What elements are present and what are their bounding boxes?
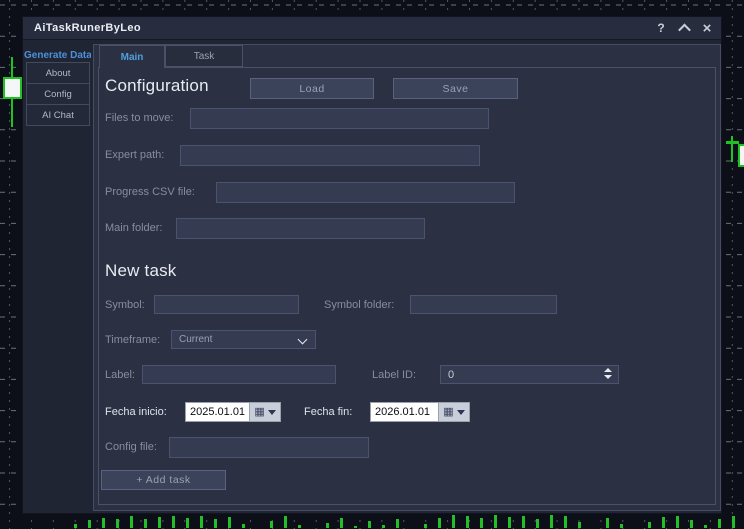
fecha-fin-label: Fecha fin: bbox=[304, 406, 352, 418]
main-folder-input[interactable] bbox=[176, 218, 425, 239]
sidebar-item-about[interactable]: About bbox=[26, 62, 90, 84]
sidebar-item-config[interactable]: Config bbox=[26, 83, 90, 105]
fecha-inicio-datepicker[interactable]: 2025.01.01 ▦ bbox=[185, 402, 281, 422]
collapse-icon[interactable] bbox=[676, 20, 692, 36]
tab-main[interactable]: Main bbox=[99, 45, 165, 68]
label-id-label: Label ID: bbox=[372, 369, 416, 381]
symbol-folder-input[interactable] bbox=[410, 295, 557, 314]
help-icon[interactable]: ? bbox=[653, 20, 669, 36]
timeframe-label: Timeframe: bbox=[105, 334, 160, 346]
config-file-label: Config file: bbox=[105, 441, 157, 453]
expert-path-label: Expert path: bbox=[105, 149, 164, 161]
tab-task[interactable]: Task bbox=[165, 45, 243, 67]
ai-task-runner-dialog: AiTaskRunerByLeo ? × Generate Data About… bbox=[22, 16, 722, 514]
config-file-input[interactable] bbox=[169, 437, 369, 458]
window-controls: ? × bbox=[653, 17, 715, 39]
symbol-label: Symbol: bbox=[105, 299, 145, 311]
main-tab-content: Configuration Load Save Files to move: E… bbox=[99, 68, 715, 504]
fecha-fin-value: 2026.01.01 bbox=[371, 403, 438, 421]
calendar-icon[interactable]: ▦ bbox=[438, 403, 469, 421]
sidebar-item-generate-data[interactable]: Generate Data bbox=[23, 45, 91, 61]
files-to-move-input[interactable] bbox=[190, 108, 489, 129]
titlebar[interactable]: AiTaskRunerByLeo ? × bbox=[23, 17, 721, 40]
configuration-heading: Configuration bbox=[105, 76, 209, 96]
spinner-arrows-icon[interactable] bbox=[604, 368, 612, 379]
chevron-down-icon bbox=[298, 335, 308, 345]
fecha-inicio-label: Fecha inicio: bbox=[105, 406, 167, 418]
progress-csv-input[interactable] bbox=[216, 182, 515, 203]
save-button[interactable]: Save bbox=[393, 78, 518, 99]
fecha-fin-datepicker[interactable]: 2026.01.01 ▦ bbox=[370, 402, 470, 422]
main-folder-label: Main folder: bbox=[105, 222, 162, 234]
sidebar-item-ai-chat[interactable]: AI Chat bbox=[26, 104, 90, 126]
label-label: Label: bbox=[105, 369, 135, 381]
calendar-icon[interactable]: ▦ bbox=[249, 403, 280, 421]
timeframe-value: Current bbox=[179, 334, 212, 345]
progress-csv-label: Progress CSV file: bbox=[105, 186, 195, 198]
symbol-input[interactable] bbox=[154, 295, 299, 314]
timeframe-select[interactable]: Current bbox=[171, 330, 316, 349]
label-id-stepper[interactable]: 0 bbox=[440, 365, 619, 384]
expert-path-input[interactable] bbox=[180, 145, 480, 166]
fecha-inicio-value: 2025.01.01 bbox=[186, 403, 249, 421]
label-input[interactable] bbox=[142, 365, 336, 384]
main-panel: Main Task Configuration Load Save Files … bbox=[93, 44, 721, 511]
new-task-heading: New task bbox=[105, 261, 177, 281]
tab-page-frame: Configuration Load Save Files to move: E… bbox=[98, 67, 716, 505]
label-id-value: 0 bbox=[448, 369, 454, 381]
generate-data-label: Generate Data bbox=[24, 50, 91, 61]
symbol-folder-label: Symbol folder: bbox=[324, 299, 394, 311]
close-icon[interactable]: × bbox=[699, 20, 715, 36]
load-button[interactable]: Load bbox=[250, 78, 374, 99]
sidebar-menu: About Config AI Chat bbox=[26, 63, 90, 126]
window-title: AiTaskRunerByLeo bbox=[34, 22, 141, 34]
add-task-button[interactable]: + Add task bbox=[101, 470, 226, 490]
files-to-move-label: Files to move: bbox=[105, 112, 173, 124]
mt-chart-background: AiTaskRunerByLeo ? × Generate Data About… bbox=[0, 0, 744, 529]
